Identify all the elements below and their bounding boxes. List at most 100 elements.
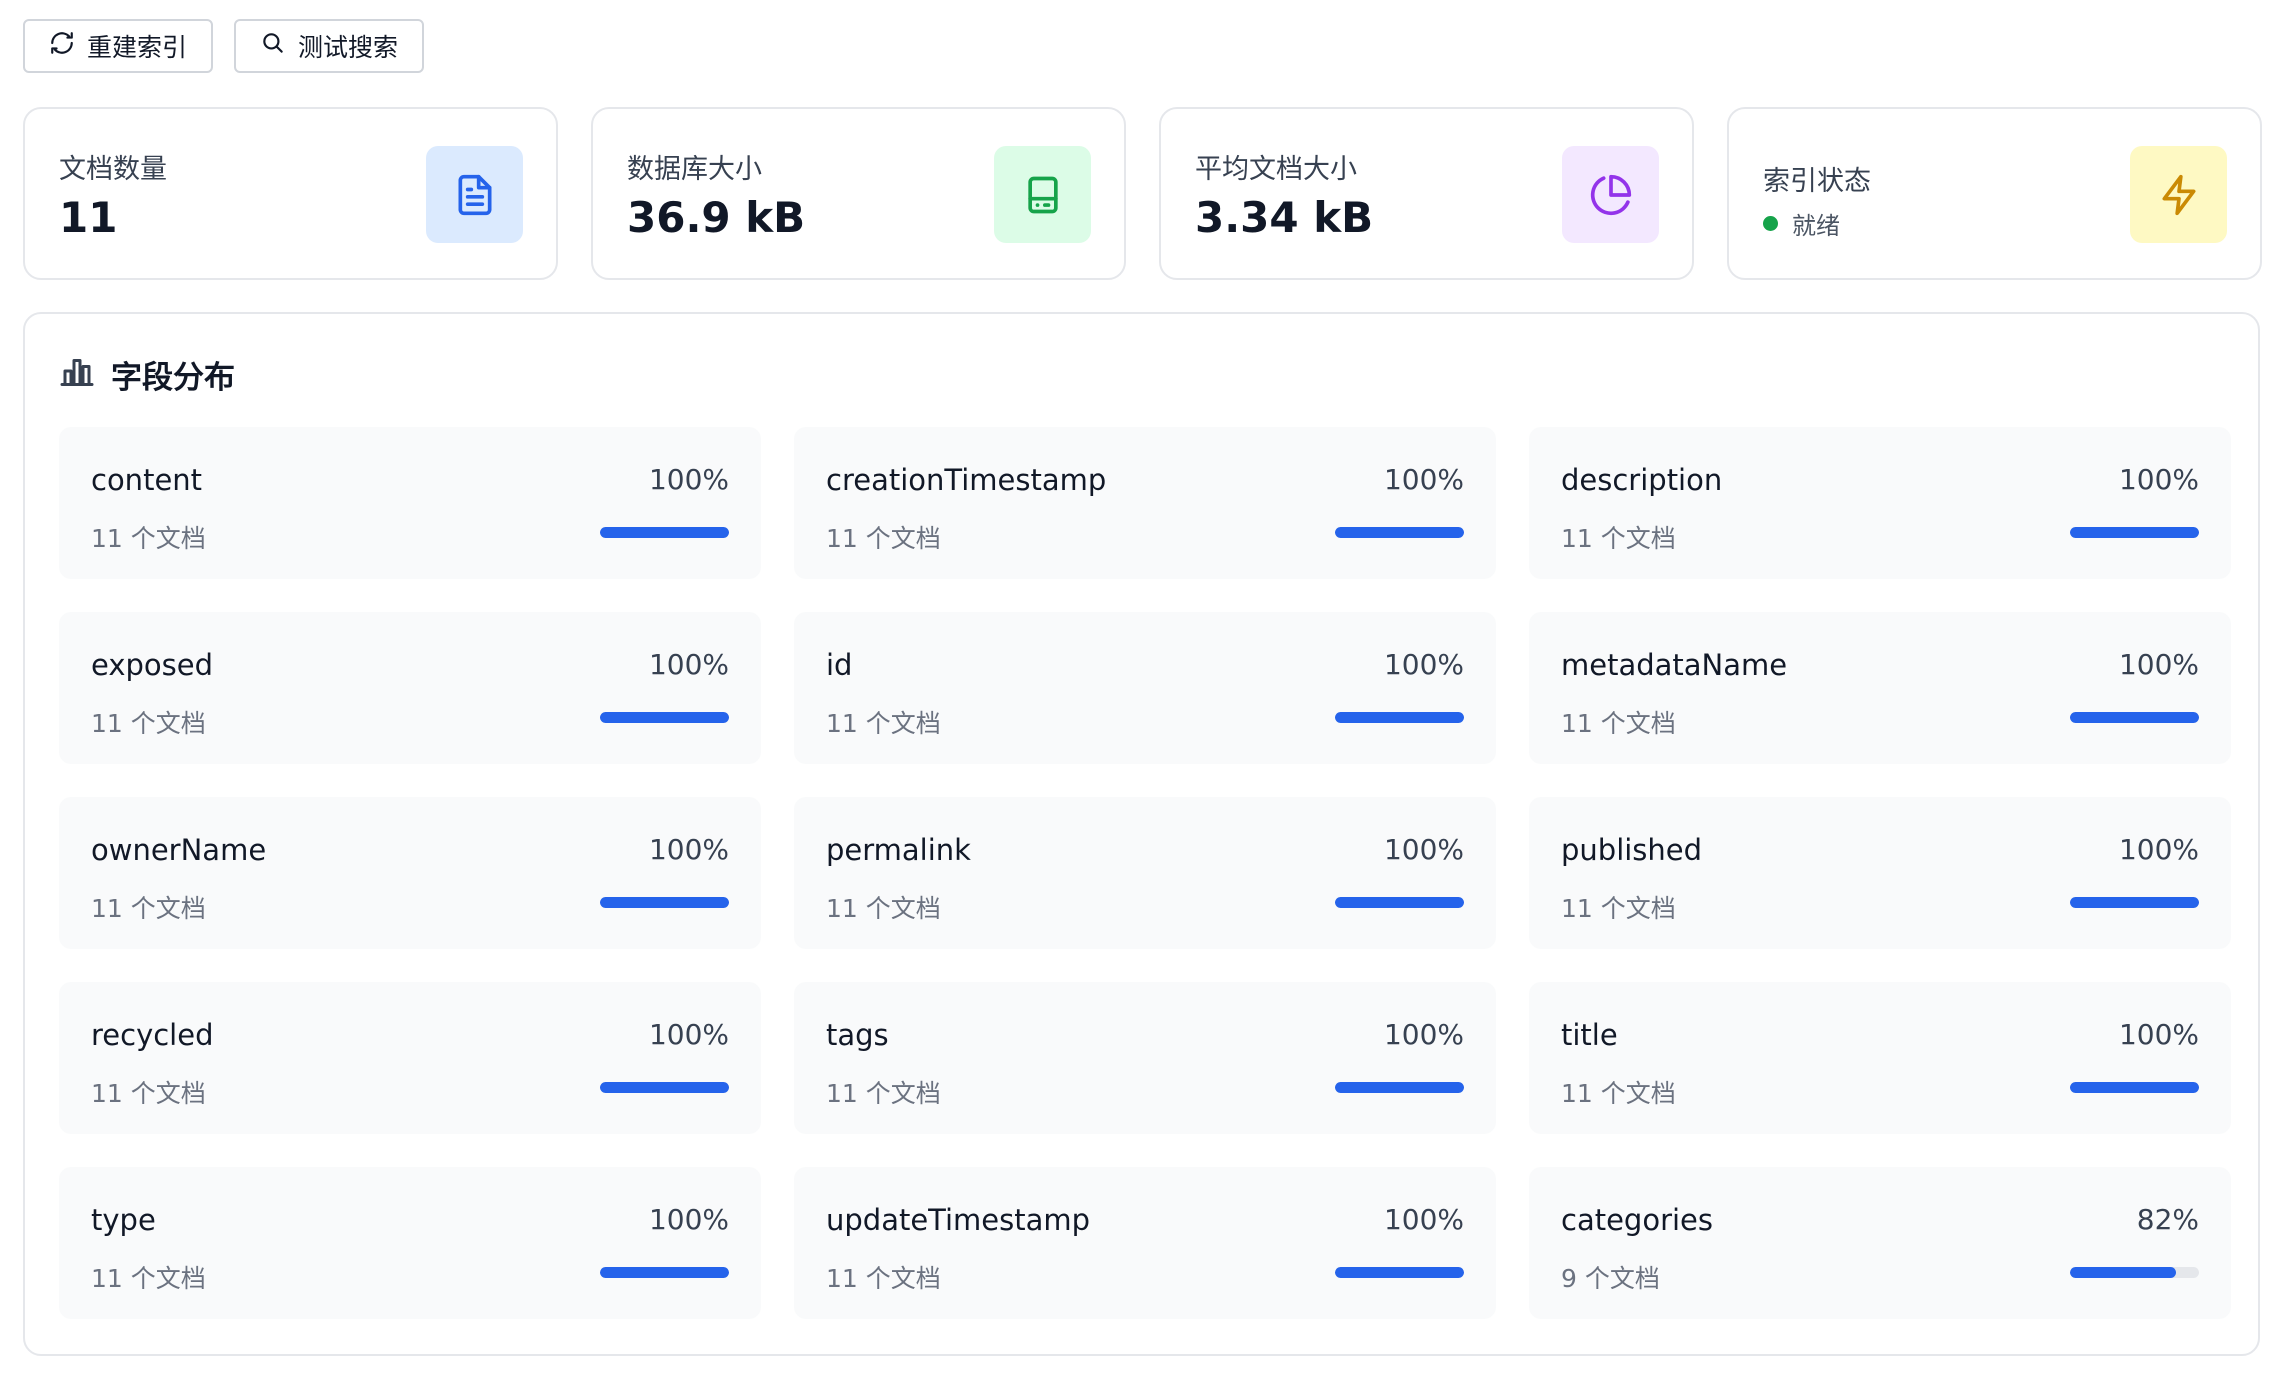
field-name: updateTimestamp — [826, 1203, 1091, 1237]
field-card: creationTimestamp 100% 11 个文档 — [794, 427, 1496, 579]
coverage-bar-fill — [1335, 527, 1464, 538]
field-percent: 100% — [648, 1203, 729, 1236]
field-doc-count: 11 个文档 — [1561, 1079, 1676, 1108]
coverage-bar — [600, 1267, 729, 1278]
bar-chart-icon — [59, 353, 95, 397]
field-card: type 100% 11 个文档 — [59, 1167, 761, 1319]
coverage-bar-fill — [2070, 527, 2199, 538]
status-dot-icon — [1763, 216, 1778, 231]
field-name: exposed — [91, 648, 214, 682]
field-doc-count: 11 个文档 — [91, 709, 206, 738]
field-card: id 100% 11 个文档 — [794, 612, 1496, 764]
stat-value: 3.34 kB — [1195, 193, 1374, 242]
field-percent: 100% — [2118, 463, 2199, 496]
field-percent: 100% — [2118, 833, 2199, 866]
coverage-bar — [1335, 712, 1464, 723]
panel-title: 字段分布 — [111, 360, 235, 396]
coverage-bar-fill — [1335, 897, 1464, 908]
field-name: permalink — [826, 833, 971, 867]
stat-avg-doc-size: 平均文档大小 3.34 kB — [1159, 107, 1694, 280]
coverage-bar-fill — [2070, 1267, 2176, 1278]
field-card: categories 82% 9 个文档 — [1529, 1167, 2231, 1319]
field-doc-count: 11 个文档 — [1561, 709, 1676, 738]
coverage-bar-fill — [1335, 1082, 1464, 1093]
field-percent: 100% — [1383, 833, 1464, 866]
field-percent: 100% — [2118, 648, 2199, 681]
test-search-button[interactable]: 测试搜索 — [234, 19, 425, 73]
stat-value: 11 — [59, 193, 118, 242]
hard-drive-icon — [994, 146, 1091, 243]
field-name: published — [1561, 833, 1703, 867]
field-name: ownerName — [91, 833, 267, 867]
coverage-bar — [1335, 527, 1464, 538]
field-doc-count: 11 个文档 — [91, 894, 206, 923]
field-doc-count: 11 个文档 — [826, 894, 941, 923]
field-percent: 100% — [2118, 1018, 2199, 1051]
zap-icon — [2130, 146, 2227, 243]
field-distribution-panel: 字段分布 content 100% 11 个文档 creationTimestamp 1… — [23, 312, 2260, 1356]
rebuild-index-label: 重建索引 — [87, 34, 188, 62]
pie-chart-icon — [1562, 146, 1659, 243]
stat-label: 数据库大小 — [627, 154, 762, 185]
file-text-icon — [426, 146, 523, 243]
stat-doc-count: 文档数量 11 — [23, 107, 558, 280]
status-indicator: 就绪 — [1763, 206, 1840, 241]
coverage-bar-fill — [2070, 1082, 2199, 1093]
stat-db-size: 数据库大小 36.9 kB — [591, 107, 1126, 280]
coverage-bar — [2070, 712, 2199, 723]
field-doc-count: 11 个文档 — [91, 1264, 206, 1293]
field-card: published 100% 11 个文档 — [1529, 797, 2231, 949]
coverage-bar — [1335, 897, 1464, 908]
field-doc-count: 11 个文档 — [91, 1079, 206, 1108]
field-grid: content 100% 11 个文档 creationTimestamp 100% 11… — [59, 427, 2231, 1319]
field-card: exposed 100% 11 个文档 — [59, 612, 761, 764]
toolbar: 重建索引 测试搜索 — [23, 19, 425, 73]
coverage-bar — [1335, 1267, 1464, 1278]
field-percent: 100% — [648, 463, 729, 496]
field-name: tags — [826, 1018, 889, 1052]
stat-value: 36.9 kB — [627, 193, 806, 242]
field-card: description 100% 11 个文档 — [1529, 427, 2231, 579]
field-doc-count: 9 个文档 — [1561, 1264, 1660, 1293]
coverage-bar-fill — [2070, 897, 2199, 908]
stat-label: 索引状态 — [1763, 166, 1871, 197]
field-percent: 100% — [648, 648, 729, 681]
status-text: 就绪 — [1792, 212, 1840, 240]
coverage-bar-fill — [600, 712, 729, 723]
field-card: recycled 100% 11 个文档 — [59, 982, 761, 1134]
field-card: tags 100% 11 个文档 — [794, 982, 1496, 1134]
coverage-bar — [1335, 1082, 1464, 1093]
field-percent: 100% — [1383, 1203, 1464, 1236]
coverage-bar-fill — [2070, 712, 2199, 723]
rebuild-index-button[interactable]: 重建索引 — [23, 19, 214, 73]
search-icon — [260, 30, 286, 63]
stat-label: 平均文档大小 — [1195, 154, 1357, 185]
field-name: title — [1561, 1018, 1618, 1052]
field-doc-count: 11 个文档 — [1561, 894, 1676, 923]
field-doc-count: 11 个文档 — [826, 1079, 941, 1108]
field-name: content — [91, 463, 203, 497]
stat-label: 文档数量 — [59, 154, 167, 185]
field-card: permalink 100% 11 个文档 — [794, 797, 1496, 949]
field-percent: 100% — [1383, 463, 1464, 496]
coverage-bar — [600, 527, 729, 538]
coverage-bar-fill — [600, 1082, 729, 1093]
field-name: type — [91, 1203, 156, 1237]
field-name: creationTimestamp — [826, 463, 1107, 497]
stats-row: 文档数量 11 数据库大小 36.9 kB 平均文档大小 3.34 kB 索引状… — [23, 107, 2262, 280]
coverage-bar-fill — [600, 1267, 729, 1278]
field-card: title 100% 11 个文档 — [1529, 982, 2231, 1134]
refresh-icon — [49, 30, 75, 63]
stat-index-status: 索引状态 就绪 — [1727, 107, 2262, 280]
field-doc-count: 11 个文档 — [826, 1264, 941, 1293]
field-percent: 100% — [648, 833, 729, 866]
field-card: updateTimestamp 100% 11 个文档 — [794, 1167, 1496, 1319]
coverage-bar — [600, 897, 729, 908]
field-doc-count: 11 个文档 — [826, 524, 941, 553]
coverage-bar — [600, 1082, 729, 1093]
field-card: ownerName 100% 11 个文档 — [59, 797, 761, 949]
field-doc-count: 11 个文档 — [826, 709, 941, 738]
field-card: metadataName 100% 11 个文档 — [1529, 612, 2231, 764]
coverage-bar-fill — [1335, 712, 1464, 723]
field-percent: 82% — [2136, 1203, 2199, 1236]
